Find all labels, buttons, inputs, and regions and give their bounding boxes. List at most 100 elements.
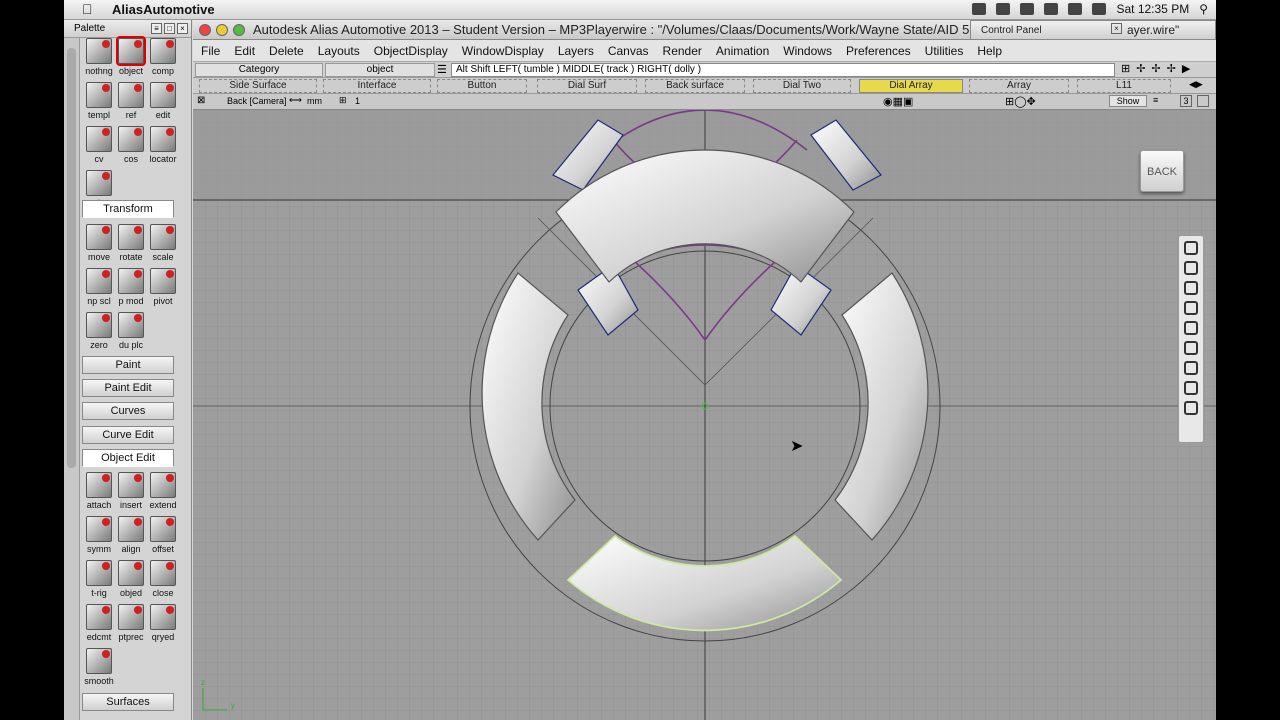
viewport-maximize-icon[interactable] — [1197, 95, 1209, 107]
tool-ref[interactable]: ref — [114, 82, 148, 126]
menu-file[interactable]: File — [201, 44, 220, 58]
menu-windows[interactable]: Windows — [783, 44, 832, 58]
section-curves[interactable]: Curves — [82, 402, 174, 420]
show-button[interactable]: Show — [1109, 95, 1147, 107]
palette-minimize-icon[interactable]: □ — [164, 23, 175, 34]
layout-count[interactable]: 3 — [1180, 95, 1192, 107]
tool-zero[interactable]: zero — [82, 312, 116, 356]
section-curve-edit[interactable]: Curve Edit — [82, 426, 174, 444]
shelf-scroll-arrows-icon[interactable]: ◀▶ — [1189, 79, 1203, 90]
tool-p-mod[interactable]: p mod — [114, 268, 148, 312]
window-close-icon[interactable] — [199, 24, 211, 36]
shelf-side-surface[interactable]: Side Surface — [199, 79, 317, 93]
tool-rotate[interactable]: rotate — [114, 224, 148, 268]
viewport-options-icon[interactable]: ≡ — [1153, 95, 1158, 105]
tool-nothing[interactable]: nothng — [82, 38, 116, 82]
section-paint[interactable]: Paint — [82, 356, 174, 374]
palette-close-icon[interactable]: × — [177, 23, 188, 34]
shelf-tools-icons[interactable]: ⊞✢✢✢▶ — [1121, 62, 1196, 75]
camera-icon-tools[interactable]: ◉▦▣ — [883, 95, 913, 108]
tool-scale[interactable]: scale — [146, 224, 180, 268]
spotlight-icon[interactable]: ⚲ — [1199, 2, 1208, 16]
flag-icon[interactable] — [1020, 3, 1035, 15]
monitor-icon[interactable] — [996, 3, 1011, 15]
menu-render[interactable]: Render — [663, 44, 702, 58]
grid-step-value[interactable]: 1 — [355, 96, 360, 106]
wifi-icon[interactable] — [1044, 3, 1059, 15]
tool-qryed[interactable]: qryed — [146, 604, 180, 648]
tool-t-rig[interactable]: t-rig — [82, 560, 116, 604]
tool-smooth[interactable]: smooth — [82, 648, 116, 692]
palette-scrollbar[interactable] — [64, 38, 80, 720]
undo-view-icon[interactable] — [1184, 361, 1198, 375]
viewport-close-icon[interactable]: ⊠ — [197, 95, 205, 106]
viewport-canvas[interactable]: z y — [193, 110, 1216, 720]
hint-list-icon[interactable]: ☰ — [437, 63, 447, 76]
menu-animation[interactable]: Animation — [716, 44, 769, 58]
menu-edit[interactable]: Edit — [234, 44, 255, 58]
tool-align[interactable]: align — [114, 516, 148, 560]
shelf-array[interactable]: Array — [969, 79, 1069, 93]
clock[interactable]: Sat 12:35 PM — [1116, 2, 1189, 16]
menu-layouts[interactable]: Layouts — [318, 44, 360, 58]
fit-view-icon[interactable] — [1184, 301, 1198, 315]
section-surfaces[interactable]: Surfaces — [82, 693, 174, 711]
pick-mode[interactable]: object — [325, 63, 435, 77]
palette-scroll-thumb[interactable] — [67, 48, 76, 468]
shelf-interface[interactable]: Interface — [323, 79, 431, 93]
tool-np-scale[interactable]: np scl — [82, 268, 116, 312]
window-minimize-icon[interactable] — [216, 24, 228, 36]
cube-view-icon[interactable] — [1184, 281, 1198, 295]
shelf-dial-two[interactable]: Dial Two — [753, 79, 851, 93]
section-paint-edit[interactable]: Paint Edit — [82, 379, 174, 397]
modeling-viewport[interactable]: z y BACK ➤ — [193, 110, 1216, 720]
tool-offset[interactable]: offset — [146, 516, 180, 560]
tool-ptprec[interactable]: ptprec — [114, 604, 148, 648]
menu-help[interactable]: Help — [977, 44, 1002, 58]
bookmark-icon[interactable] — [1184, 401, 1198, 415]
tool-du-plc[interactable]: du plc — [114, 312, 148, 356]
back-view-button[interactable]: BACK — [1140, 150, 1184, 192]
tool-edcmt[interactable]: edcmt — [82, 604, 116, 648]
tool-insert[interactable]: insert — [114, 472, 148, 516]
section-transform[interactable]: Transform — [82, 200, 174, 218]
section-object-edit[interactable]: Object Edit — [82, 449, 174, 467]
battery-icon[interactable] — [1092, 3, 1107, 15]
tool-cv[interactable]: cv — [82, 126, 116, 170]
shelf-button[interactable]: Button — [437, 79, 527, 93]
shelf-dial-surf[interactable]: Dial Surf — [537, 79, 637, 93]
shade-icon[interactable] — [1184, 321, 1198, 335]
tool-extend[interactable]: extend — [146, 472, 180, 516]
menu-objectdisplay[interactable]: ObjectDisplay — [374, 44, 448, 58]
menu-delete[interactable]: Delete — [269, 44, 304, 58]
tool-pick-comp[interactable]: comp — [146, 38, 180, 82]
window-zoom-icon[interactable] — [233, 24, 245, 36]
tool-close[interactable]: close — [146, 560, 180, 604]
palette-menu-icon[interactable]: ≡ — [151, 23, 162, 34]
apple-icon[interactable]:  — [82, 1, 93, 17]
tool-objed[interactable]: objed — [114, 560, 148, 604]
tool-attach[interactable]: attach — [82, 472, 116, 516]
view-tools-icons[interactable]: ⊞◯✥ — [1005, 95, 1036, 108]
tool-pick-object[interactable]: object — [114, 36, 148, 82]
tool-edit[interactable]: edit — [146, 82, 180, 126]
tool-symm[interactable]: symm — [82, 516, 116, 560]
tool-pivot[interactable]: pivot — [146, 268, 180, 312]
shelf-l11[interactable]: L11 — [1077, 79, 1171, 93]
tool-move[interactable]: move — [82, 224, 116, 268]
pan-left-icon[interactable] — [1184, 261, 1198, 275]
menu-utilities[interactable]: Utilities — [925, 44, 964, 58]
tool-locator[interactable]: locator — [146, 126, 180, 170]
menu-preferences[interactable]: Preferences — [846, 44, 911, 58]
tumble-icon[interactable] — [1184, 381, 1198, 395]
app-name[interactable]: AliasAutomotive — [112, 2, 215, 17]
zoom-icon[interactable] — [1184, 241, 1198, 255]
menu-layers[interactable]: Layers — [558, 44, 594, 58]
tool-templ[interactable]: templ — [82, 82, 116, 126]
shelf-back-surface[interactable]: Back surface — [645, 79, 745, 93]
menu-canvas[interactable]: Canvas — [608, 44, 649, 58]
tool-cos[interactable]: cos — [114, 126, 148, 170]
volume-icon[interactable] — [1068, 3, 1083, 15]
pick-category[interactable]: Category — [195, 63, 323, 77]
shelf-dial-array[interactable]: Dial Array — [859, 79, 963, 93]
